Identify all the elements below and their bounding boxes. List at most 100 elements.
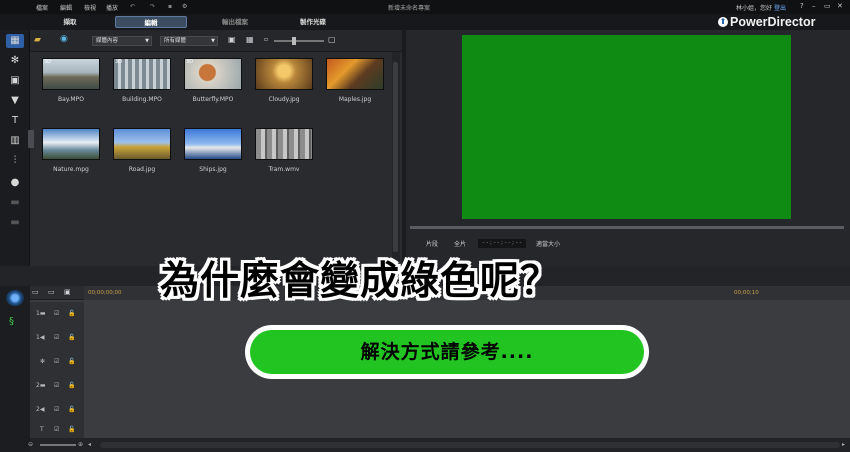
storyboard-icon[interactable]: § [9,316,14,327]
library-filter-dropdown[interactable]: 媒體內容 ▼ [92,36,152,46]
building-thumbnail: 3D [113,58,171,90]
voiceover-icon[interactable]: ● [6,176,24,190]
timeline-scrollbar[interactable] [100,442,840,448]
download-globe-icon[interactable]: ◉ [60,34,68,44]
user-name: 林小姐，您好 [736,5,773,12]
settings-gear-icon[interactable]: ⚙ [182,3,187,10]
menu-play[interactable]: 播放 [106,3,118,12]
media-item-ships[interactable]: Ships.jpg [184,128,244,178]
tram-thumbnail [255,128,313,160]
timeline-zoom-out-icon[interactable]: ⊖ [28,441,33,448]
media-item-building[interactable]: 3D Building.MPO [113,58,173,108]
lock-icon[interactable]: 🔓 [68,334,75,341]
scroll-left-icon[interactable]: ◂ [88,441,91,448]
maximize-button[interactable]: ▭ [824,2,831,10]
save-icon[interactable]: ▪ [168,3,172,10]
minimize-button[interactable]: – [812,2,816,10]
add-track-icon[interactable]: ▣ [64,288,71,296]
track-lane[interactable] [84,398,850,422]
title-room-icon[interactable]: T [6,114,24,128]
title-track-icon: T [40,426,44,433]
media-room-icon[interactable]: ▦ [6,34,24,48]
media-type-value: 所有媒體 [164,38,187,44]
menu-file[interactable]: 檔案 [36,3,48,12]
audio-track-icon: 2◀ [36,406,45,413]
preview-controls: 片段 全片 - - ; - - ; - - ; - - 適當大小 [406,236,850,250]
lock-icon[interactable]: 🔓 [68,426,75,433]
particle-room-icon[interactable]: ▼ [6,94,24,108]
logout-link[interactable]: 登出 [774,5,786,12]
subtitle-room-icon[interactable]: ▬ [6,216,24,230]
menu-edit[interactable]: 編輯 [60,3,72,12]
tab-output[interactable]: 輸出檔案 [200,16,270,28]
redo-icon[interactable]: ↷ [150,3,155,10]
3d-badge: 3D [186,59,194,65]
preview-seekbar[interactable] [410,226,844,229]
scroll-right-icon[interactable]: ▸ [842,441,845,448]
media-item-butterfly[interactable]: 3D Butterfly.MPO [184,58,244,108]
media-name: Maples.jpg [338,96,372,103]
help-button[interactable]: ? [800,2,804,10]
media-item-nature[interactable]: Nature.mpg [42,128,102,178]
track-header: 1◀ ☑ 🔓 [30,326,84,350]
track-lane[interactable] [84,422,850,438]
snapshot-icon[interactable]: ▭ [48,288,55,296]
lock-icon[interactable]: 🔓 [68,310,75,317]
zoom-out-icon[interactable]: ▫ [264,36,268,43]
butterfly-thumbnail: 3D [184,58,242,90]
video-track-icon: 2▬ [36,382,46,389]
media-item-tram[interactable]: Tram.wmv [255,128,315,178]
track-header: 1▬ ☑ 🔓 [30,302,84,326]
library-expand-handle[interactable] [28,130,34,148]
thumbnail-size-handle[interactable] [292,37,296,45]
library-menu-icon[interactable]: ▣ [228,35,236,44]
pip-room-icon[interactable]: ▣ [6,74,24,88]
audio-mixing-icon[interactable]: ⫶ [6,154,24,168]
library-scrollbar-thumb[interactable] [393,62,398,252]
track-enable-checkbox[interactable]: ☑ [54,334,59,341]
close-button[interactable]: ✕ [837,2,843,10]
library-scrollbar[interactable] [392,52,400,266]
track-enable-checkbox[interactable]: ☑ [54,358,59,365]
grid-view-icon[interactable]: ▦ [246,35,254,44]
undo-icon[interactable]: ↶ [130,3,135,10]
track-enable-checkbox[interactable]: ☑ [54,310,59,317]
track-manager-icon[interactable]: ▭ [32,288,39,296]
audio-track-icon: 1◀ [36,334,45,341]
clip-mode-button[interactable]: 片段 [426,239,438,248]
zoom-in-icon[interactable]: ▢ [328,35,336,44]
thumbnail-size-slider[interactable] [274,40,324,42]
media-type-dropdown[interactable]: 所有媒體 ▼ [160,36,218,46]
tab-disc[interactable]: 製作光碟 [278,16,348,28]
title-track: T ☑ 🔓 [30,422,850,438]
media-name: Tram.wmv [268,166,300,173]
timeline-zoom-slider[interactable] [40,444,76,446]
timeline-bottom-bar: ⊖ ⊕ ◂ ▸ [28,438,850,452]
track-enable-checkbox[interactable]: ☑ [54,406,59,413]
lock-icon[interactable]: 🔓 [68,382,75,389]
zoom-fit-dropdown[interactable]: 適當大小 [536,239,560,248]
media-item-road[interactable]: Road.jpg [113,128,173,178]
lock-icon[interactable]: 🔓 [68,406,75,413]
media-item-cloudy[interactable]: Cloudy.jpg [255,58,315,108]
import-folder-icon[interactable]: ▰ [34,35,41,45]
transition-room-icon[interactable]: ▥ [6,134,24,148]
chapter-room-icon[interactable]: ▬ [6,196,24,210]
lock-icon[interactable]: 🔓 [68,358,75,365]
timeline-zoom-in-icon[interactable]: ⊕ [78,441,83,448]
media-item-bay[interactable]: 3D Bay.MPO [42,58,102,108]
effect-room-icon[interactable]: ✻ [6,54,24,68]
preview-panel: 片段 全片 - - ; - - ; - - ; - - 適當大小 [406,30,850,266]
track-enable-checkbox[interactable]: ☑ [54,382,59,389]
movie-mode-button[interactable]: 全片 [454,239,466,248]
window-title: 新增未命名專案 [388,5,431,12]
menu-view[interactable]: 檢視 [84,3,96,12]
tab-edit[interactable]: 編輯 [115,16,187,28]
timeline-mode-icon[interactable] [6,290,24,306]
video-track-icon: 1▬ [36,310,46,317]
tab-capture[interactable]: 擷取 [40,16,100,28]
track-enable-checkbox[interactable]: ☑ [54,426,59,433]
media-name: Cloudy.jpg [268,96,300,103]
timeline-left-strip: § [0,286,30,452]
media-item-maples[interactable]: Maples.jpg [326,58,386,108]
